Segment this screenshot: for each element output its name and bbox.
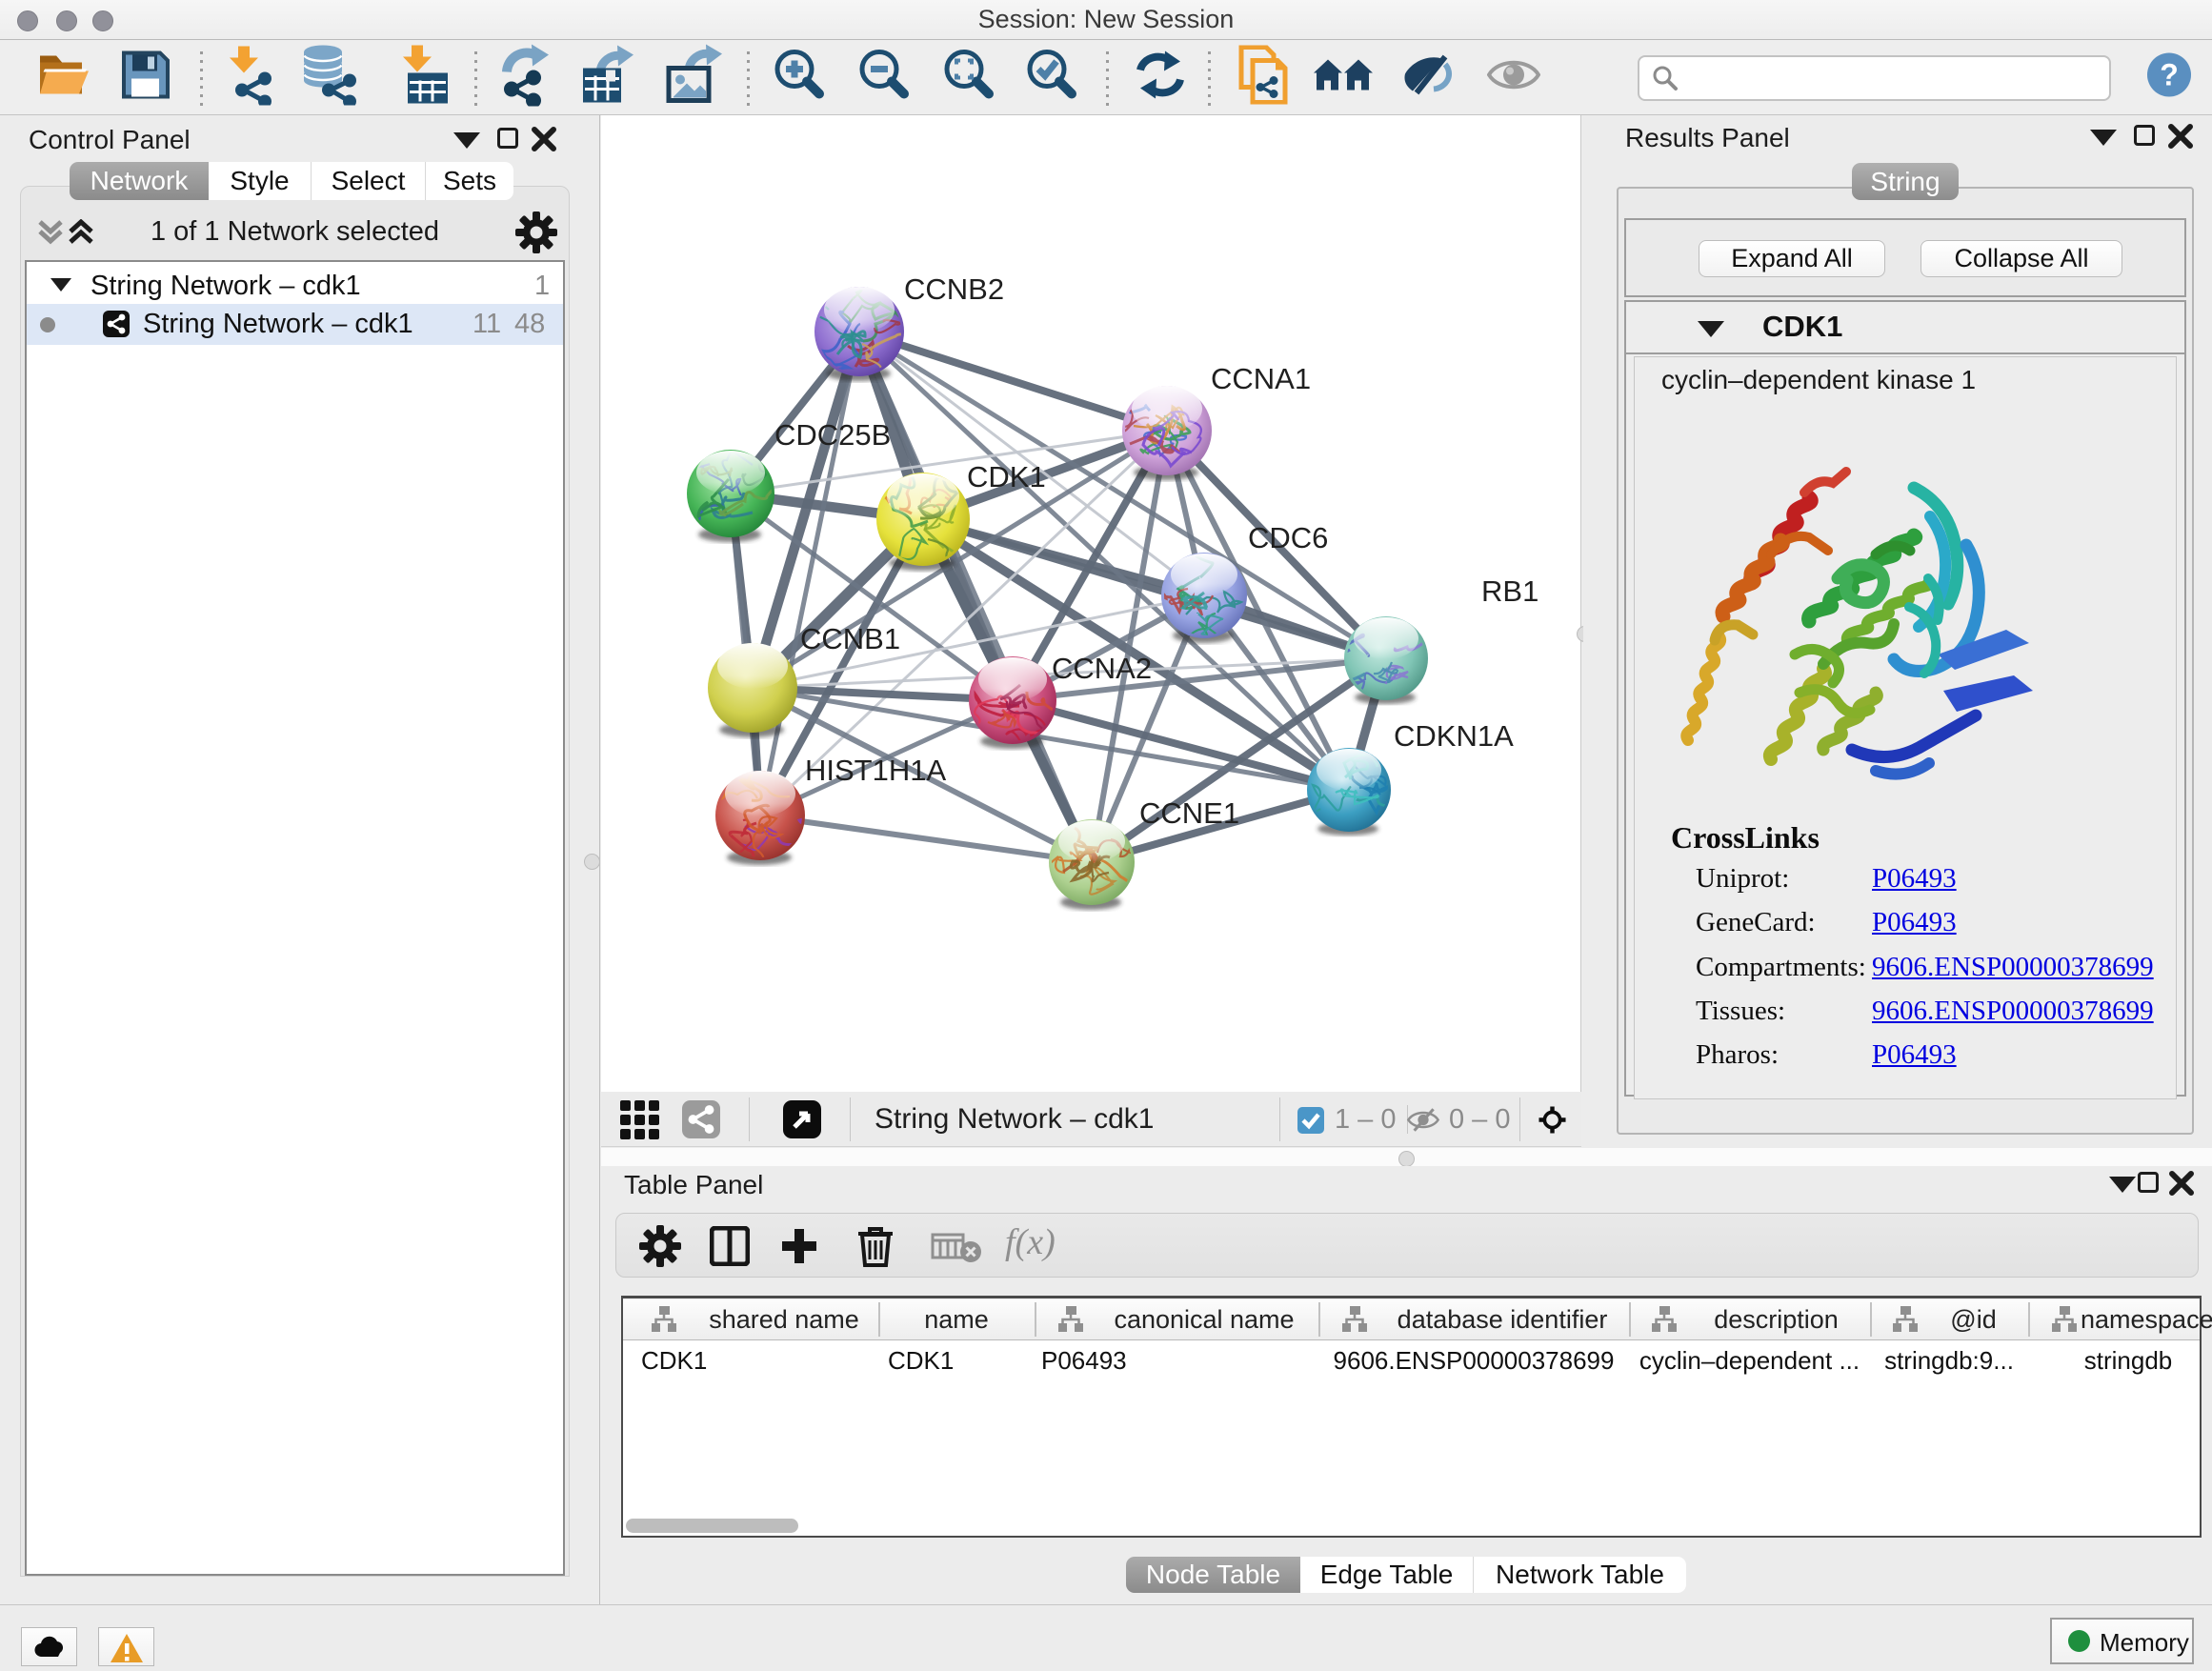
svg-text:CDC25B: CDC25B bbox=[774, 418, 891, 452]
svg-text:CCNB2: CCNB2 bbox=[904, 272, 1004, 306]
svg-text:CCNE1: CCNE1 bbox=[1139, 796, 1239, 830]
svg-text:CCNB1: CCNB1 bbox=[800, 622, 900, 655]
svg-text:?: ? bbox=[2160, 58, 2179, 92]
svg-text:CDKN1A: CDKN1A bbox=[1394, 719, 1514, 753]
svg-text:RB1: RB1 bbox=[1481, 574, 1538, 608]
svg-text:HIST1H1A: HIST1H1A bbox=[805, 754, 946, 787]
svg-text:CDK1: CDK1 bbox=[967, 460, 1046, 493]
svg-text:CCNA2: CCNA2 bbox=[1052, 652, 1152, 685]
svg-text:CCNA1: CCNA1 bbox=[1211, 362, 1311, 395]
svg-text:CDC6: CDC6 bbox=[1248, 521, 1328, 554]
